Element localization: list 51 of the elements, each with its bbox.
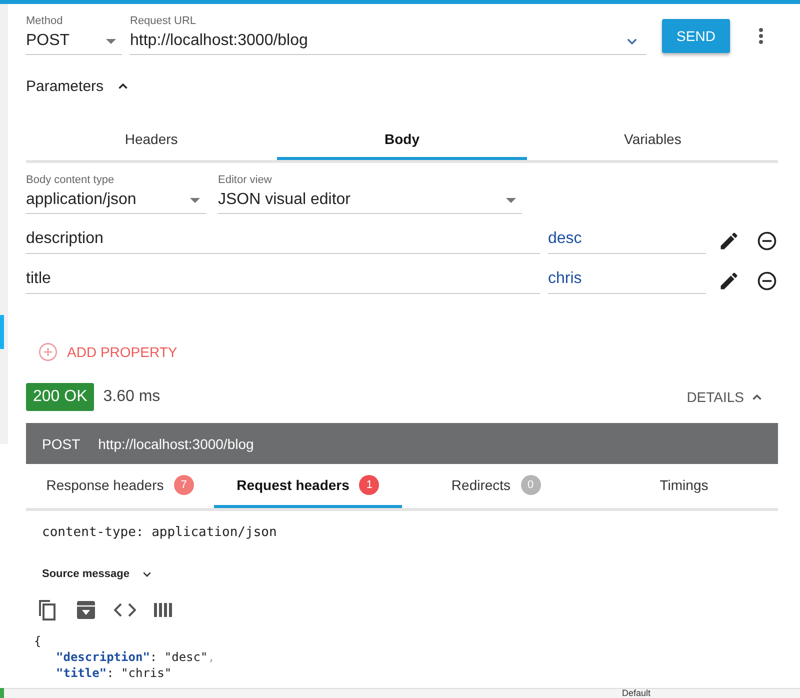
pencil-icon[interactable] [718, 230, 740, 252]
tab-label: Response headers [46, 477, 164, 493]
property-value-field[interactable]: desc [548, 227, 706, 254]
code-line: "title": "chris" [55, 665, 172, 681]
details-toggle[interactable]: DETAILS [686, 388, 766, 406]
field-label: Method [26, 14, 64, 28]
request-method: POST [42, 436, 80, 452]
dropdown-arrow-icon[interactable] [106, 38, 116, 44]
response-time: 3.60 ms [103, 388, 162, 406]
property-value-field[interactable]: chris [548, 267, 706, 294]
tab-label: Redirects [451, 477, 511, 493]
code-icon[interactable] [114, 602, 136, 618]
method-select[interactable]: POST [26, 28, 122, 55]
plus-circle-icon [38, 342, 58, 362]
content-type-select[interactable]: application/json [26, 187, 206, 214]
count-badge: 1 [359, 475, 380, 495]
field-label: Request URL [130, 14, 198, 28]
section-title: Parameters [26, 78, 104, 94]
request-url: http://localhost:3000/blog [98, 436, 254, 452]
tab[interactable]: Request headers 1 [214, 464, 402, 508]
tab[interactable]: Redirects 0 [402, 464, 590, 508]
tab[interactable]: Variables [527, 120, 778, 160]
tab[interactable]: Headers [26, 120, 277, 160]
count-badge: 0 [520, 475, 541, 495]
property-name-field[interactable]: title [26, 267, 540, 294]
tab[interactable]: Response headers 7 [26, 464, 214, 508]
tab[interactable]: Timings [590, 464, 778, 508]
tab[interactable]: Body [276, 120, 528, 160]
property-name-field[interactable]: description [26, 227, 540, 254]
archive-icon[interactable] [76, 600, 96, 620]
copy-icon[interactable] [36, 598, 58, 622]
status-badge: 200 OK [26, 383, 94, 411]
code-line: { [34, 633, 42, 649]
columns-icon[interactable] [154, 602, 172, 618]
field-label: Body content type [26, 173, 116, 187]
field-label: Editor view [218, 173, 273, 187]
active-indicator [0, 315, 4, 349]
url-field[interactable]: http://localhost:3000/blog [130, 28, 646, 55]
dropdown-arrow-icon[interactable] [506, 198, 516, 202]
header-line: content-type: application/json [42, 525, 278, 540]
editor-view-select[interactable]: JSON visual editor [218, 187, 522, 214]
status-text: Default [622, 688, 651, 698]
more-options-icon[interactable] [758, 27, 764, 45]
count-badge: 7 [174, 475, 194, 495]
dropdown-arrow-icon[interactable] [190, 198, 200, 202]
tab-label: Request headers [236, 477, 350, 493]
remove-circle-icon[interactable] [756, 230, 778, 252]
remove-circle-icon[interactable] [756, 270, 778, 292]
pencil-icon[interactable] [718, 270, 740, 292]
code-line: "description": "desc", [55, 649, 215, 665]
section-title: Source message [42, 568, 130, 580]
